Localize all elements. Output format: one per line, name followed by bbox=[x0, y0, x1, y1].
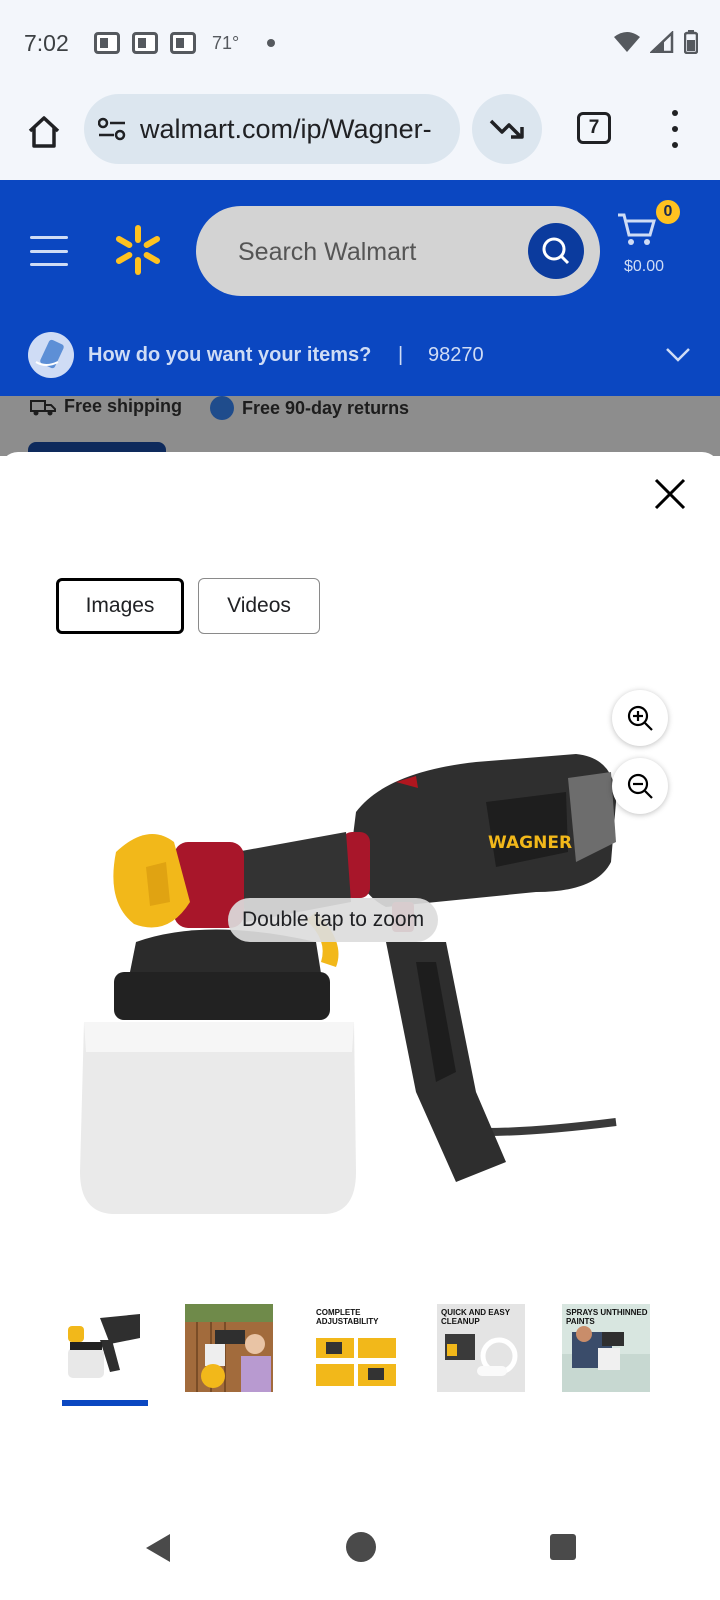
site-settings-icon bbox=[98, 117, 126, 141]
trending-down-icon bbox=[489, 119, 524, 139]
home-nav-icon[interactable] bbox=[346, 1532, 376, 1562]
home-icon bbox=[28, 116, 60, 148]
recent-apps-icon[interactable] bbox=[550, 1534, 576, 1560]
system-icons bbox=[614, 30, 698, 54]
free-returns-label: Free 90-day returns bbox=[242, 397, 410, 418]
delivery-prompt: How do you want your items? bbox=[88, 344, 372, 366]
menu-dot-icon bbox=[672, 110, 678, 116]
hamburger-menu-button[interactable] bbox=[30, 236, 68, 266]
thumbnail-strip: COMPLETE ADJUSTABILITY QUICK AND EASY CL… bbox=[60, 1304, 660, 1414]
image-viewer-modal: Images Videos WAGNER Double tap to zoom … bbox=[0, 452, 720, 1600]
delivery-separator: | bbox=[398, 344, 404, 366]
returns-icon bbox=[210, 396, 234, 420]
menu-dot-icon bbox=[672, 142, 678, 148]
cart-icon bbox=[618, 213, 656, 245]
delivery-phone-icon bbox=[28, 332, 74, 378]
free-shipping-label: Free shipping bbox=[64, 396, 183, 416]
close-icon[interactable] bbox=[652, 476, 688, 512]
thumbnail-caption: QUICK AND EASY CLEANUP bbox=[441, 1308, 510, 1326]
browser-toolbar: walmart.com/ip/Wagner- 7 bbox=[0, 88, 720, 180]
tab-videos[interactable]: Videos bbox=[198, 578, 320, 634]
price-tracking-button[interactable] bbox=[472, 94, 542, 164]
product-image[interactable]: WAGNER bbox=[56, 692, 676, 1252]
zoom-in-button[interactable] bbox=[612, 690, 668, 746]
free-returns-perk: Free 90-day returns bbox=[210, 396, 409, 420]
chevron-down-icon bbox=[666, 348, 690, 362]
tab-switcher-button[interactable]: 7 bbox=[577, 112, 611, 144]
thumbnail-caption: COMPLETE ADJUSTABILITY bbox=[316, 1308, 379, 1326]
status-time: 7:02 bbox=[24, 30, 69, 56]
tab-images[interactable]: Images bbox=[56, 578, 184, 634]
cart-button[interactable]: 0 $0.00 bbox=[618, 198, 694, 288]
thumbnail-1[interactable] bbox=[60, 1304, 148, 1392]
dimmed-page-background: Free shipping Free 90-day returns bbox=[0, 396, 720, 462]
free-shipping-perk: Free shipping bbox=[30, 396, 182, 417]
thumbnail-2[interactable] bbox=[185, 1304, 273, 1392]
signal-icon bbox=[650, 31, 674, 53]
media-type-toggle: Images Videos bbox=[56, 578, 320, 634]
search-input[interactable]: Search Walmart bbox=[196, 206, 600, 296]
url-text: walmart.com/ip/Wagner- bbox=[140, 113, 432, 144]
news-icon bbox=[132, 32, 158, 54]
news-icon bbox=[94, 32, 120, 54]
address-bar[interactable]: walmart.com/ip/Wagner- bbox=[84, 94, 460, 164]
zoom-in-icon bbox=[627, 705, 653, 731]
browser-menu-button[interactable] bbox=[660, 110, 690, 148]
more-notifications-dot bbox=[267, 39, 276, 47]
delivery-options-bar[interactable]: How do you want your items? | 98270 bbox=[0, 320, 720, 396]
cart-total: $0.00 bbox=[624, 258, 665, 275]
zoom-hint-tooltip: Double tap to zoom bbox=[228, 898, 439, 942]
battery-icon bbox=[684, 30, 698, 54]
wifi-icon bbox=[614, 32, 640, 52]
search-icon bbox=[542, 237, 570, 265]
truck-icon bbox=[30, 399, 56, 415]
cart-count-badge: 0 bbox=[654, 198, 682, 226]
status-bar: 7:02 71° bbox=[0, 0, 720, 88]
delivery-zip: 98270 bbox=[428, 344, 484, 366]
thumbnail-5[interactable]: SPRAYS UNTHINNED PAINTS bbox=[562, 1304, 650, 1392]
zoom-out-button[interactable] bbox=[612, 758, 668, 814]
wagner-brand-text: WAGNER bbox=[488, 833, 572, 853]
system-navigation-bar bbox=[0, 1520, 720, 1600]
back-icon[interactable] bbox=[144, 1532, 172, 1564]
selected-thumbnail-indicator bbox=[62, 1400, 148, 1406]
menu-dot-icon bbox=[672, 126, 678, 132]
home-button[interactable] bbox=[20, 108, 68, 156]
news-icon bbox=[170, 32, 196, 54]
search-placeholder: Search Walmart bbox=[238, 238, 417, 266]
search-button[interactable] bbox=[528, 223, 584, 279]
zoom-out-icon bbox=[627, 773, 653, 799]
walmart-spark-logo[interactable] bbox=[112, 224, 164, 276]
temperature: 71° bbox=[212, 32, 240, 53]
thumbnail-3[interactable]: COMPLETE ADJUSTABILITY bbox=[312, 1304, 400, 1392]
thumbnail-4[interactable]: QUICK AND EASY CLEANUP bbox=[437, 1304, 525, 1392]
walmart-header: Search Walmart 0 $0.00 How do you want y… bbox=[0, 180, 720, 396]
thumbnail-caption: SPRAYS UNTHINNED PAINTS bbox=[566, 1308, 648, 1326]
notification-icons: 71° bbox=[94, 32, 276, 54]
